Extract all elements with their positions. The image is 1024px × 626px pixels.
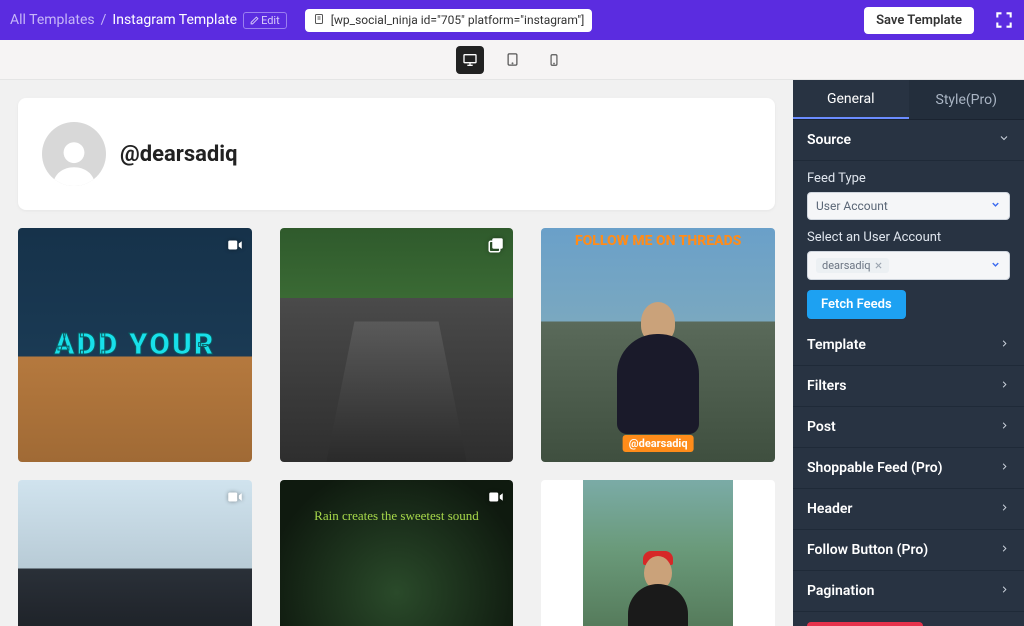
device-tablet-button[interactable] [498,46,526,74]
feed-grid-row2: Rain creates the sweetest sound [18,480,775,626]
upgrade-button[interactable]: Upgrade To Pro [807,622,923,626]
chevron-down-icon [998,132,1010,148]
feed-tile[interactable]: Rain creates the sweetest sound [280,480,514,626]
feed-type-label: Feed Type [807,171,1010,186]
chevron-down-icon [990,199,1001,213]
carousel-icon [487,236,505,254]
preview-canvas: @dearsadiq ADD YOUR FOLLOW ME ON THREADS [0,80,793,626]
feed-grid: ADD YOUR FOLLOW ME ON THREADS @dearsadiq [18,228,775,462]
mobile-icon [547,53,561,67]
tile-tag: @dearsadiq [623,435,694,452]
section-post[interactable]: Post [793,407,1024,448]
video-icon [226,488,244,506]
save-template-button[interactable]: Save Template [864,7,974,34]
chevron-right-icon [999,337,1010,353]
breadcrumb-current: Instagram Template [112,12,237,28]
tablet-icon [505,52,520,67]
tab-style[interactable]: Style(Pro) [909,80,1024,119]
feed-type-select[interactable]: User Account [807,192,1010,220]
chevron-down-icon [990,259,1001,273]
section-pagination[interactable]: Pagination [793,571,1024,612]
avatar [42,122,106,186]
file-icon [313,13,325,28]
sidebar-tabs: General Style(Pro) [793,80,1024,120]
device-desktop-button[interactable] [456,46,484,74]
feed-tile[interactable] [18,480,252,626]
chevron-right-icon [999,419,1010,435]
user-handle: @dearsadiq [120,142,238,167]
device-mobile-button[interactable] [540,46,568,74]
section-source[interactable]: Source [793,120,1024,161]
chevron-right-icon [999,460,1010,476]
pencil-icon [250,16,259,25]
section-follow[interactable]: Follow Button (Pro) [793,530,1024,571]
tile-overlay-text: ADD YOUR [54,329,215,361]
tab-general[interactable]: General [793,80,909,119]
breadcrumb: All Templates / Instagram Template Edit [10,12,287,29]
feed-header: @dearsadiq [18,98,775,210]
section-filters[interactable]: Filters [793,366,1024,407]
fullscreen-icon[interactable] [994,10,1014,30]
video-icon [226,236,244,254]
device-bar [0,40,1024,80]
video-icon [487,488,505,506]
breadcrumb-root[interactable]: All Templates [10,12,95,28]
shortcode-text: [wp_social_ninja id="705" platform="inst… [331,13,585,27]
edit-button[interactable]: Edit [243,12,287,29]
section-template[interactable]: Template [793,325,1024,366]
shortcode-box[interactable]: [wp_social_ninja id="705" platform="inst… [305,9,593,32]
desktop-icon [462,52,478,68]
tile-overlay-text: Rain creates the sweetest sound [314,508,479,524]
account-label: Select an User Account [807,230,1010,245]
fetch-feeds-button[interactable]: Fetch Feeds [807,290,906,319]
section-shoppable[interactable]: Shoppable Feed (Pro) [793,448,1024,489]
account-chip[interactable]: dearsadiq [816,258,889,273]
breadcrumb-sep: / [101,12,107,28]
feed-tile[interactable]: FOLLOW ME ON THREADS @dearsadiq [541,228,775,462]
top-bar: All Templates / Instagram Template Edit … [0,0,1024,40]
chevron-right-icon [999,378,1010,394]
remove-icon[interactable] [874,261,883,270]
source-panel: Feed Type User Account Select an User Ac… [793,161,1024,325]
chevron-right-icon [999,501,1010,517]
feed-tile[interactable] [541,480,775,626]
feed-tile[interactable]: ADD YOUR [18,228,252,462]
account-select[interactable]: dearsadiq [807,251,1010,280]
feed-tile[interactable] [280,228,514,462]
tile-overlay-text: FOLLOW ME ON THREADS [575,234,741,249]
settings-sidebar: General Style(Pro) Source Feed Type User… [793,80,1024,626]
section-header[interactable]: Header [793,489,1024,530]
chevron-right-icon [999,583,1010,599]
chevron-right-icon [999,542,1010,558]
